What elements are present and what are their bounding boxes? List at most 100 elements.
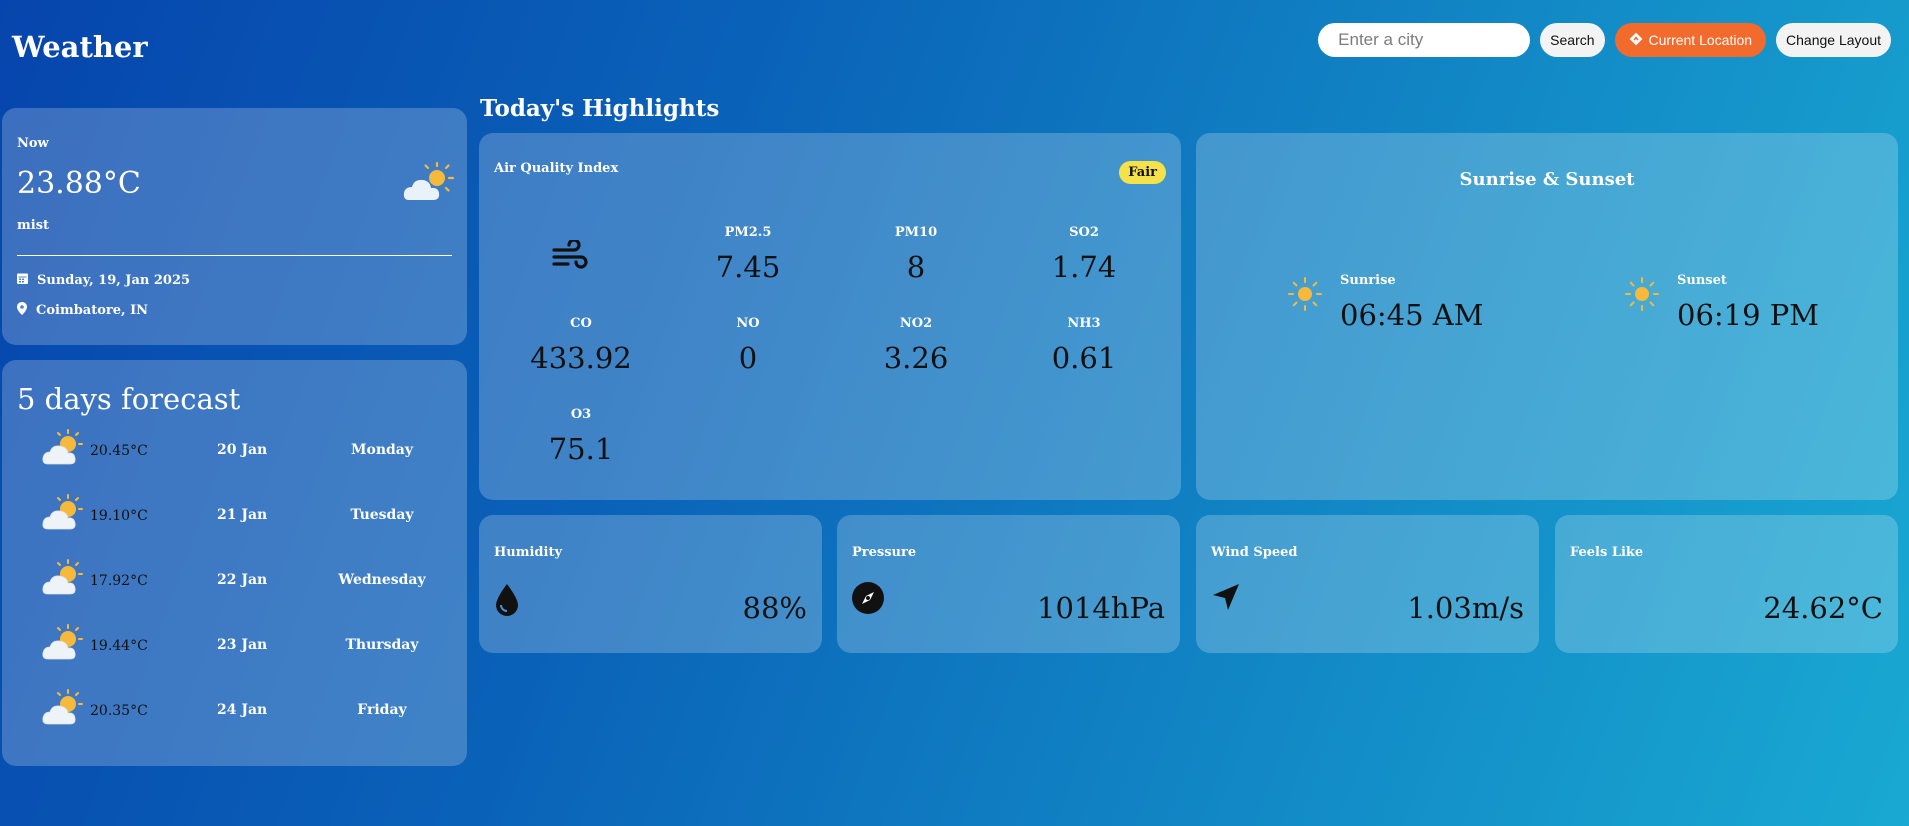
now-label: Now bbox=[17, 136, 49, 151]
aqi-metric-o3: O3 75.1 bbox=[521, 407, 641, 466]
humidity-value: 88% bbox=[742, 591, 807, 625]
aqi-metric-pm10: PM10 8 bbox=[856, 225, 976, 284]
pressure-value: 1014hPa bbox=[1037, 591, 1165, 625]
forecast-row: 17.92°C 22 Jan Wednesday bbox=[42, 559, 447, 599]
pressure-label: Pressure bbox=[852, 545, 917, 560]
divider bbox=[17, 255, 452, 256]
aqi-status-badge: Fair bbox=[1119, 161, 1166, 184]
aqi-metric-name: NO2 bbox=[899, 316, 933, 331]
search-button[interactable]: Search bbox=[1540, 23, 1605, 57]
forecast-card: 5 days forecast 20.45°C 20 Jan Monday 19.10… bbox=[2, 360, 467, 766]
sunset-sun-icon bbox=[1625, 277, 1659, 332]
sunrise-sun-icon bbox=[1288, 277, 1322, 332]
humidity-label: Humidity bbox=[494, 545, 563, 560]
map-pin-icon bbox=[17, 302, 27, 319]
feels-like-card: Feels Like 24.62°C bbox=[1555, 515, 1898, 653]
feels-like-value: 24.62°C bbox=[1763, 591, 1883, 625]
forecast-row: 20.35°C 24 Jan Friday bbox=[42, 689, 447, 729]
aqi-metric-value: 1.74 bbox=[1051, 250, 1117, 284]
wind-speed-card: Wind Speed 1.03m/s bbox=[1196, 515, 1539, 653]
partly-cloudy-icon bbox=[42, 429, 84, 471]
air-quality-card: Air Quality Index Fair PM2.5 7.45 PM10 8 SO2… bbox=[479, 133, 1181, 500]
sunrise-time: 06:45 AM bbox=[1340, 298, 1484, 332]
feels-like-label: Feels Like bbox=[1570, 545, 1644, 560]
forecast-date: 22 Jan bbox=[217, 572, 268, 588]
wind-speed-value: 1.03m/s bbox=[1407, 591, 1524, 625]
app-title: Weather bbox=[12, 30, 148, 64]
forecast-date: 20 Jan bbox=[217, 442, 268, 458]
partly-cloudy-icon bbox=[403, 160, 455, 208]
navigation-arrow-icon bbox=[1211, 582, 1241, 616]
forecast-temperature: 17.92°C bbox=[90, 573, 148, 589]
current-location: Coimbatore, IN bbox=[36, 303, 149, 318]
current-temperature: 23.88°C bbox=[17, 166, 141, 201]
forecast-temperature: 20.35°C bbox=[90, 703, 148, 719]
aqi-metric-name: CO bbox=[570, 316, 592, 331]
aqi-metric-no: NO 0 bbox=[688, 316, 808, 375]
pressure-card: Pressure 1014hPa bbox=[837, 515, 1180, 653]
highlights-title: Today's Highlights bbox=[480, 95, 720, 122]
sunset-item: Sunset 06:19 PM bbox=[1625, 271, 1819, 332]
forecast-date: 24 Jan bbox=[217, 702, 268, 718]
change-layout-button[interactable]: Change Layout bbox=[1776, 23, 1891, 57]
sunset-time: 06:19 PM bbox=[1677, 298, 1819, 332]
location-row: Coimbatore, IN bbox=[17, 302, 148, 319]
compass-icon bbox=[852, 582, 884, 618]
aqi-metric-value: 0 bbox=[738, 341, 758, 375]
forecast-row: 19.44°C 23 Jan Thursday bbox=[42, 624, 447, 664]
forecast-title: 5 days forecast bbox=[17, 382, 241, 416]
sunset-label: Sunset bbox=[1677, 273, 1727, 288]
aqi-metric-name: PM2.5 bbox=[724, 225, 772, 240]
current-date: Sunday, 19, Jan 2025 bbox=[37, 272, 191, 288]
sunrise-label: Sunrise bbox=[1340, 273, 1396, 288]
forecast-temperature: 19.44°C bbox=[90, 638, 148, 654]
aqi-metric-value: 75.1 bbox=[548, 432, 614, 466]
wind-icon bbox=[552, 238, 588, 276]
forecast-weekday: Friday bbox=[357, 702, 407, 718]
forecast-temperature: 19.10°C bbox=[90, 508, 148, 524]
aqi-metric-co: CO 433.92 bbox=[521, 316, 641, 375]
partly-cloudy-icon bbox=[42, 494, 84, 536]
sunrise-item: Sunrise 06:45 AM bbox=[1288, 271, 1483, 332]
forecast-weekday: Wednesday bbox=[338, 572, 426, 588]
aqi-metric-name: PM10 bbox=[894, 225, 938, 240]
aqi-metric-name: NO bbox=[736, 316, 760, 331]
humidity-card: Humidity 88% bbox=[479, 515, 822, 653]
forecast-row: 19.10°C 21 Jan Tuesday bbox=[42, 494, 447, 534]
aqi-metric-so2: SO2 1.74 bbox=[1024, 225, 1144, 284]
forecast-weekday: Thursday bbox=[345, 637, 419, 653]
forecast-weekday: Monday bbox=[350, 442, 413, 458]
date-row: Sunday, 19, Jan 2025 bbox=[17, 272, 190, 288]
aqi-metric-no2: NO2 3.26 bbox=[856, 316, 976, 375]
forecast-row: 20.45°C 20 Jan Monday bbox=[42, 429, 447, 469]
partly-cloudy-icon bbox=[42, 689, 84, 731]
forecast-date: 23 Jan bbox=[217, 637, 268, 653]
location-arrow-icon bbox=[1629, 32, 1643, 49]
aqi-metric-value: 0.61 bbox=[1051, 341, 1117, 375]
aqi-metric-pm25: PM2.5 7.45 bbox=[688, 225, 808, 284]
sunrise-sunset-card: Sunrise & Sunset Sunrise 06:45 AM Sunset… bbox=[1196, 133, 1898, 500]
aqi-title: Air Quality Index bbox=[494, 161, 619, 176]
aqi-metric-value: 433.92 bbox=[530, 341, 632, 375]
forecast-weekday: Tuesday bbox=[350, 507, 414, 523]
top-toolbar: Search Current Location Change Layout bbox=[1318, 23, 1891, 57]
aqi-metric-name: SO2 bbox=[1069, 225, 1099, 240]
aqi-metric-value: 8 bbox=[906, 250, 926, 284]
wind-speed-label: Wind Speed bbox=[1211, 545, 1298, 560]
current-location-label: Current Location bbox=[1648, 32, 1753, 48]
current-weather-card: Now 23.88°C mist Sunday, 19, Jan 2025 Co… bbox=[2, 108, 467, 345]
city-search-input[interactable] bbox=[1318, 23, 1531, 57]
aqi-metric-nh3: NH3 0.61 bbox=[1024, 316, 1144, 375]
aqi-metric-name: NH3 bbox=[1067, 316, 1101, 331]
aqi-metric-value: 3.26 bbox=[883, 341, 949, 375]
aqi-metric-name: O3 bbox=[570, 407, 592, 422]
calendar-icon bbox=[17, 272, 28, 288]
current-location-button[interactable]: Current Location bbox=[1614, 23, 1767, 57]
aqi-metric-value: 7.45 bbox=[715, 250, 781, 284]
water-drop-icon bbox=[494, 582, 520, 620]
forecast-date: 21 Jan bbox=[217, 507, 268, 523]
partly-cloudy-icon bbox=[42, 624, 84, 666]
sun-card-title: Sunrise & Sunset bbox=[1459, 169, 1635, 190]
forecast-temperature: 20.45°C bbox=[90, 443, 148, 459]
weather-description: mist bbox=[17, 218, 50, 233]
